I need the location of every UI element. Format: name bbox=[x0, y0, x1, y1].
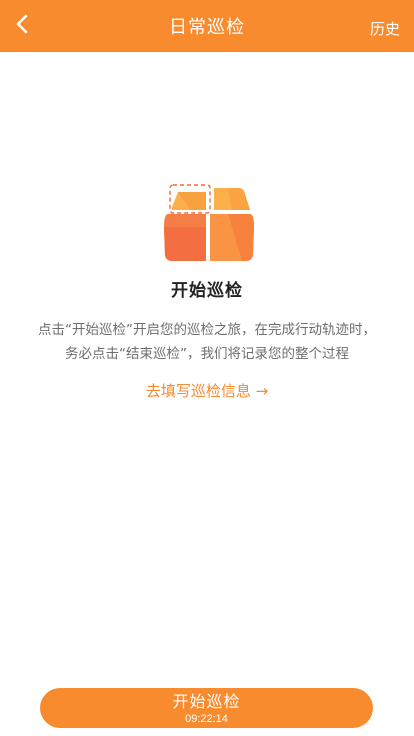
description-line-1: 点击“开始巡检”开启您的巡检之旅，在完成行动轨迹时， bbox=[38, 322, 376, 338]
patrol-grid-icon bbox=[162, 183, 256, 263]
hero-title: 开始巡检 bbox=[171, 281, 243, 301]
start-patrol-label: 开始巡检 bbox=[172, 692, 241, 711]
history-button[interactable]: 历史 bbox=[370, 0, 400, 52]
page-title: 日常巡检 bbox=[169, 17, 245, 38]
top-bar: 日常巡检 历史 bbox=[0, 0, 414, 52]
description-line-2: 务必点击“结束巡检”，我们将记录您的整个过程 bbox=[65, 346, 349, 362]
fill-info-link[interactable]: 去填写巡检信息 → bbox=[0, 380, 414, 401]
start-patrol-button[interactable]: 开始巡检 09:22:14 bbox=[40, 688, 373, 728]
patrol-timer: 09:22:14 bbox=[185, 713, 228, 725]
description: 点击“开始巡检”开启您的巡检之旅，在完成行动轨迹时， 务必点击“结束巡检”，我们… bbox=[16, 318, 398, 366]
